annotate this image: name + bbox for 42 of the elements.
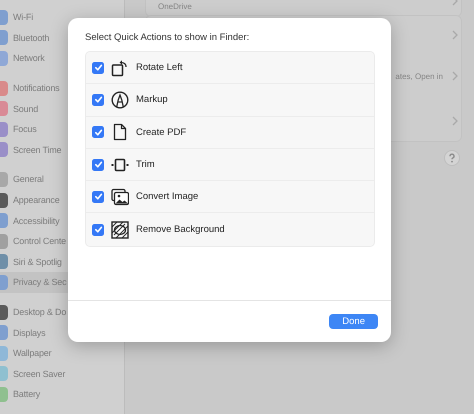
checkbox[interactable]	[92, 94, 104, 106]
sidebar-item[interactable]: Battery	[0, 384, 124, 405]
sidebar-item[interactable]: Desktop & Do	[0, 302, 124, 322]
sidebar-item[interactable]: General	[0, 169, 124, 190]
trim-icon	[111, 156, 129, 174]
sidebar-item[interactable]: Network	[0, 48, 124, 69]
setting-label: OneDrive	[158, 2, 192, 11]
chevron-icon	[452, 71, 458, 81]
setting-value: ates, Open in	[395, 72, 443, 81]
checkbox[interactable]	[92, 190, 104, 203]
chevron-icon	[452, 116, 458, 126]
done-button[interactable]: Done	[329, 314, 378, 329]
sidebar-item[interactable]: Appearance	[0, 190, 124, 210]
action-label: Rotate Left	[136, 62, 182, 74]
pen-tip-icon	[111, 90, 129, 109]
sidebar-item[interactable]: Sound	[0, 98, 124, 119]
checkbox[interactable]	[92, 158, 104, 171]
sidebar-item[interactable]: Notifications	[0, 78, 124, 98]
sidebar-item[interactable]: Accessibility	[0, 210, 124, 231]
images-icon	[111, 188, 129, 206]
sidebar-item[interactable]: Wallpaper	[0, 342, 124, 364]
sidebar-item[interactable]: Siri & Spotlig	[0, 252, 124, 272]
dialog-title: Select Quick Actions to show in Finder:	[85, 32, 250, 43]
sidebar-item[interactable]: Screen Saver	[0, 364, 124, 384]
sidebar-item[interactable]: Wi-Fi	[0, 7, 124, 28]
chevron-icon	[452, 30, 458, 40]
rotate-icon	[111, 58, 129, 77]
sidebar-item[interactable]: Displays	[0, 322, 124, 343]
sidebar-item[interactable]: Focus	[0, 118, 124, 140]
checkbox[interactable]	[92, 62, 104, 74]
checkbox[interactable]	[92, 126, 104, 138]
sidebar-item[interactable]: Control Cente	[0, 230, 124, 252]
help-icon[interactable]	[444, 150, 460, 166]
action-label: Convert Image	[136, 191, 198, 202]
action-label: Create PDF	[136, 126, 186, 138]
checkbox[interactable]	[92, 224, 104, 236]
action-label: Remove Background	[136, 224, 225, 236]
document-icon	[111, 123, 129, 142]
action-label: Trim	[136, 159, 155, 170]
action-label: Markup	[136, 94, 168, 106]
background-removal-icon	[111, 220, 129, 239]
sidebar-item[interactable]: Screen Time	[0, 140, 124, 160]
